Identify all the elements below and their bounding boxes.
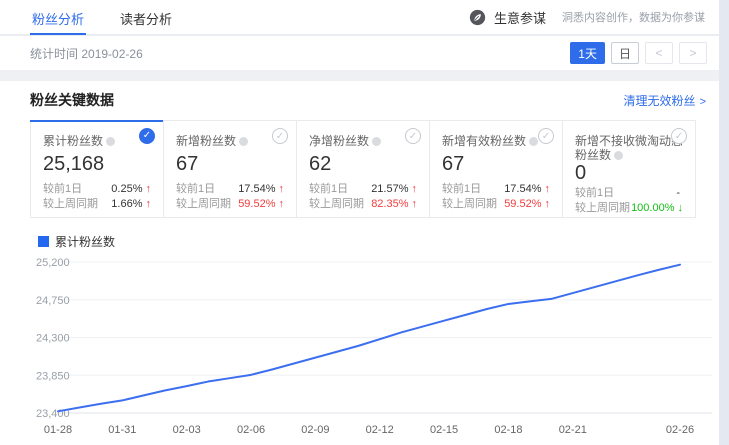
chevron-right-icon: > (700, 96, 706, 108)
trend-arrow-icon: ↑ (279, 183, 285, 195)
info-icon[interactable] (614, 151, 623, 160)
svg-text:02-12: 02-12 (366, 424, 394, 436)
legend-swatch-icon (38, 236, 49, 247)
svg-text:25,200: 25,200 (36, 257, 70, 269)
date-controls: 1天 日 < > (570, 42, 707, 64)
brand[interactable]: 生意参谋 洞悉内容创作，数据为你参谋 (469, 8, 705, 27)
range-1day-button[interactable]: 1天 (570, 42, 605, 64)
legend-label: 累计粉丝数 (55, 233, 115, 250)
svg-text:24,300: 24,300 (36, 333, 70, 345)
svg-text:02-15: 02-15 (430, 424, 458, 436)
card-check-icon[interactable]: ✓ (538, 128, 554, 144)
info-icon[interactable] (239, 137, 248, 146)
compare-last-week-row: 较上周同期 82.35%↑ (309, 197, 417, 212)
kpi-value: 62 (309, 152, 417, 176)
kpi-value: 0 (575, 162, 683, 184)
kpi-card-cumulative-fans[interactable]: ✓ 累计粉丝数 25,168 较前1日 0.25%↑ 较上周同期 1.66%↑ (30, 120, 164, 218)
kpi-card-new-no-weitao-fans[interactable]: ✓ 新增不接收微淘动态粉丝数 0 较前1日 - 较上周同期 100.00%↓ (562, 120, 696, 218)
brand-name: 生意参谋 (494, 8, 546, 27)
svg-text:02-06: 02-06 (237, 424, 265, 436)
legend-item-cumulative-fans[interactable]: 累计粉丝数 (38, 234, 719, 248)
fans-key-data-panel: 粉丝关键数据 清理无效粉丝> ✓ 累计粉丝数 25,168 较前1日 0.25%… (0, 81, 719, 445)
trend-arrow-icon: ↓ (678, 202, 684, 214)
shengyicanmou-logo-icon (469, 9, 486, 26)
trend-arrow-icon: ↑ (279, 198, 285, 210)
kpi-cards: ✓ 累计粉丝数 25,168 较前1日 0.25%↑ 较上周同期 1.66%↑ … (30, 120, 706, 218)
card-check-icon[interactable]: ✓ (405, 128, 421, 144)
kpi-title: 累计粉丝数 (43, 134, 151, 149)
prev-date-button[interactable]: < (645, 42, 673, 64)
card-check-icon[interactable]: ✓ (272, 128, 288, 144)
svg-text:02-21: 02-21 (559, 424, 587, 436)
tab-reader-analysis[interactable]: 读者分析 (118, 0, 174, 35)
kpi-value: 25,168 (43, 152, 151, 176)
compare-prev-day-row: 较前1日 0.25%↑ (43, 182, 151, 197)
kpi-value: 67 (176, 152, 284, 176)
compare-last-week-row: 较上周同期 1.66%↑ (43, 197, 151, 212)
info-icon[interactable] (529, 137, 538, 146)
trend-arrow-icon: ↑ (412, 198, 418, 210)
compare-last-week-row: 较上周同期 59.52%↑ (176, 197, 284, 212)
compare-last-week-row: 较上周同期 59.52%↑ (442, 197, 550, 212)
card-check-icon[interactable]: ✓ (139, 128, 155, 144)
stat-time: 统计时间 2019-02-26 (30, 45, 143, 62)
compare-prev-day-row: 较前1日 17.54%↑ (442, 182, 550, 197)
compare-prev-day-row: 较前1日 21.57%↑ (309, 182, 417, 197)
svg-text:02-03: 02-03 (173, 424, 201, 436)
tabs: 粉丝分析 读者分析 (30, 0, 206, 35)
svg-text:24,750: 24,750 (36, 295, 70, 307)
stat-time-label: 统计时间 (30, 47, 78, 61)
trend-arrow-icon: ↑ (146, 183, 152, 195)
clean-invalid-fans-link[interactable]: 清理无效粉丝> (624, 92, 706, 109)
svg-text:02-18: 02-18 (494, 424, 522, 436)
trend-arrow-icon: ↑ (146, 198, 152, 210)
info-icon[interactable] (372, 137, 381, 146)
compare-prev-day-row: 较前1日 - (575, 186, 683, 201)
date-bar: 统计时间 2019-02-26 1天 日 < > (0, 36, 719, 70)
svg-text:02-26: 02-26 (666, 424, 694, 436)
top-tab-bar: 粉丝分析 读者分析 生意参谋 洞悉内容创作，数据为你参谋 (0, 0, 719, 36)
kpi-card-new-valid-fans[interactable]: ✓ 新增有效粉丝数 67 较前1日 17.54%↑ 较上周同期 59.52%↑ (429, 120, 563, 218)
trend-arrow-icon: ↑ (545, 198, 551, 210)
scrollbar-track[interactable] (719, 0, 729, 445)
card-check-icon[interactable]: ✓ (671, 128, 687, 144)
compare-prev-day-row: 较前1日 17.54%↑ (176, 182, 284, 197)
trend-arrow-icon: ↑ (412, 183, 418, 195)
section-header: 粉丝关键数据 清理无效粉丝> (0, 88, 719, 112)
cumulative-fans-line-chart: 23,40023,85024,30024,75025,20001-2801-31… (0, 250, 719, 445)
trend-arrow-icon: ↑ (545, 183, 551, 195)
brand-slogan: 洞悉内容创作，数据为你参谋 (562, 9, 705, 25)
kpi-card-net-new-fans[interactable]: ✓ 净增粉丝数 62 较前1日 21.57%↑ 较上周同期 82.35%↑ (296, 120, 430, 218)
compare-last-week-row: 较上周同期 100.00%↓ (575, 201, 683, 216)
tab-fans-analysis[interactable]: 粉丝分析 (30, 0, 86, 35)
svg-text:01-31: 01-31 (108, 424, 136, 436)
svg-text:23,850: 23,850 (36, 370, 70, 382)
kpi-title: 新增不接收微淘动态粉丝数 (575, 134, 683, 162)
stat-time-date: 2019-02-26 (81, 47, 142, 61)
kpi-card-new-fans[interactable]: ✓ 新增粉丝数 67 较前1日 17.54%↑ 较上周同期 59.52%↑ (163, 120, 297, 218)
fans-analysis-page: 粉丝分析 读者分析 生意参谋 洞悉内容创作，数据为你参谋 统计时间 201 (0, 0, 729, 445)
section-title: 粉丝关键数据 (30, 90, 114, 110)
next-date-button[interactable]: > (679, 42, 707, 64)
kpi-value: 67 (442, 152, 550, 176)
kpi-title: 净增粉丝数 (309, 134, 417, 149)
svg-text:01-28: 01-28 (44, 424, 72, 436)
svg-text:02-09: 02-09 (301, 424, 329, 436)
kpi-title: 新增有效粉丝数 (442, 134, 550, 149)
unit-day-button[interactable]: 日 (611, 42, 639, 64)
info-icon[interactable] (106, 137, 115, 146)
divider-strip (0, 70, 719, 81)
kpi-title: 新增粉丝数 (176, 134, 284, 149)
